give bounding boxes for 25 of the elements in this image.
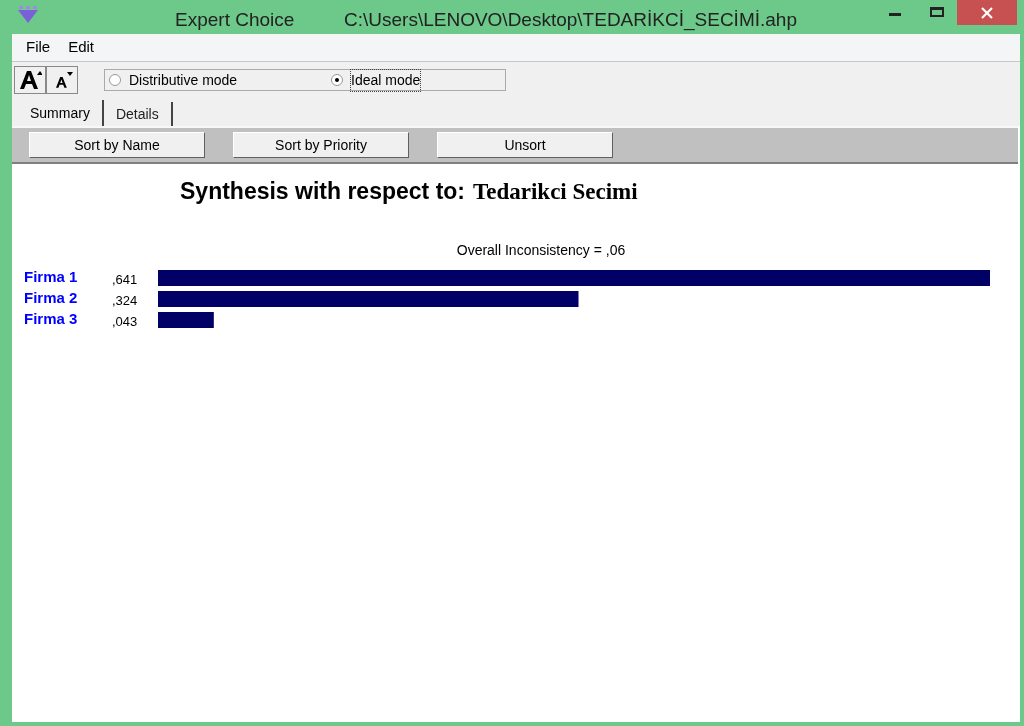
large-letter-icon [18,69,42,91]
close-icon [981,6,993,19]
alternative-name: Firma 2 [24,288,78,306]
file-path: C:\Users\LENOVO\Desktop\TEDARİKCİ_SECİMİ.ahp [344,8,797,33]
increase-font-button[interactable] [14,66,46,94]
alternative-name: Firma 1 [24,267,78,285]
mode-radio[interactable]: Ideal mode [331,69,421,91]
sort-button[interactable]: Sort by Name [29,132,205,158]
sort-button[interactable]: Unsort [437,132,613,158]
priority-bar [158,311,214,328]
window-title: Expert Choice [175,8,295,32]
menu-item[interactable]: File [26,36,51,59]
app-logo-icon [16,6,40,24]
close-button[interactable] [957,0,1017,25]
priority-value: ,043 [112,313,138,329]
priority-value: ,324 [112,292,138,308]
decrease-font-button[interactable] [46,66,78,94]
goal-name: Tedarikci Secimi [473,178,638,206]
priority-value: ,641 [112,271,138,287]
synthesis-heading: Synthesis with respect to: [180,177,465,206]
alternative-name: Firma 3 [24,309,78,327]
inconsistency-text: Overall Inconsistency = ,06 [456,240,626,260]
menu-item[interactable]: Edit [68,36,95,59]
mode-radio[interactable]: Distributive mode [109,69,331,91]
sort-button[interactable]: Sort by Priority [233,132,409,158]
